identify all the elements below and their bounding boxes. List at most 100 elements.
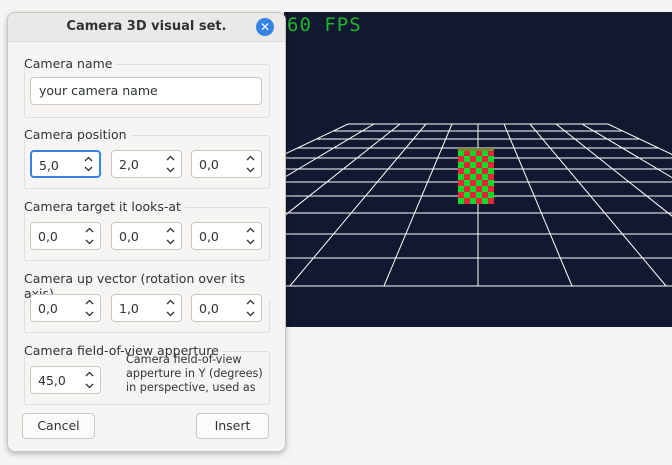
- spinbox-value: 0,0: [119, 229, 139, 244]
- up-y-spinbox[interactable]: 1,0: [111, 294, 182, 322]
- cube-cell: [476, 186, 482, 192]
- cube-cell: [482, 180, 488, 186]
- chevron-up-icon[interactable]: [245, 153, 256, 164]
- cube-cell: [488, 174, 494, 180]
- camera-name-label: Camera name: [24, 56, 117, 71]
- cube-cell: [476, 192, 482, 198]
- chevron-down-icon[interactable]: [165, 308, 176, 319]
- cube-cell: [458, 198, 464, 204]
- 3d-scene: [284, 123, 672, 287]
- chevron-up-icon[interactable]: [245, 297, 256, 308]
- close-icon[interactable]: ✕: [256, 18, 274, 36]
- chevron-up-icon[interactable]: [165, 225, 176, 236]
- cube-cell: [470, 186, 476, 192]
- camera-settings-dialog: Camera 3D visual set. ✕ Camera name your…: [7, 12, 286, 452]
- cube-cell: [458, 192, 464, 198]
- cube-top-face: [458, 148, 494, 151]
- cube-cell: [470, 156, 476, 162]
- dialog-titlebar: Camera 3D visual set. ✕: [8, 13, 285, 42]
- cube-cell: [476, 168, 482, 174]
- position-x-spinbox[interactable]: 5,0: [30, 150, 101, 178]
- camera-target-label: Camera target it looks-at: [24, 199, 185, 214]
- cube-cell: [482, 168, 488, 174]
- cube-cell: [476, 180, 482, 186]
- cube-cell: [488, 156, 494, 162]
- cube-cell: [482, 174, 488, 180]
- chevron-up-icon[interactable]: [84, 225, 95, 236]
- spinbox-value: 45,0: [38, 373, 66, 388]
- cube-cell: [470, 174, 476, 180]
- fov-spinbox[interactable]: 45,0: [30, 366, 101, 394]
- target-x-spinbox[interactable]: 0,0: [30, 222, 101, 250]
- dialog-title: Camera 3D visual set.: [66, 19, 227, 34]
- cube-cell: [464, 162, 470, 168]
- chevron-up-icon[interactable]: [84, 297, 95, 308]
- position-z-spinbox[interactable]: 0,0: [191, 150, 262, 178]
- camera-name-group: Camera name your camera name: [24, 56, 270, 118]
- cube-cell: [464, 192, 470, 198]
- spinbox-value: 0,0: [199, 301, 219, 316]
- cube-cell: [476, 198, 482, 204]
- cube-cell: [488, 180, 494, 186]
- cube-cell: [458, 156, 464, 162]
- cube-cell: [464, 180, 470, 186]
- chevron-up-icon[interactable]: [84, 369, 95, 380]
- spinbox-value: 0,0: [38, 229, 58, 244]
- spinbox-value: 0,0: [38, 301, 58, 316]
- 3d-viewport[interactable]: 60 FPS: [284, 12, 672, 327]
- chevron-down-icon[interactable]: [165, 236, 176, 247]
- camera-name-input[interactable]: your camera name: [30, 77, 262, 105]
- cube-cell: [470, 180, 476, 186]
- position-y-spinbox[interactable]: 2,0: [111, 150, 182, 178]
- cube-cell: [476, 156, 482, 162]
- camera-up-vector-group: Camera up vector (rotation over its axis…: [24, 271, 270, 333]
- cube-cell: [464, 186, 470, 192]
- chevron-down-icon[interactable]: [84, 236, 95, 247]
- camera-position-group: Camera position 5,0 2,0 0,0: [24, 127, 270, 189]
- cube-cell: [482, 156, 488, 162]
- cube-cell: [458, 162, 464, 168]
- cube-cell: [458, 186, 464, 192]
- chevron-down-icon[interactable]: [84, 308, 95, 319]
- cube-cell: [488, 162, 494, 168]
- cube-cell: [482, 162, 488, 168]
- checkered-cube: [458, 148, 494, 204]
- up-x-spinbox[interactable]: 0,0: [30, 294, 101, 322]
- cube-cell: [482, 198, 488, 204]
- camera-target-group: Camera target it looks-at 0,0 0,0 0,0: [24, 199, 270, 261]
- cube-cell: [476, 162, 482, 168]
- chevron-down-icon[interactable]: [245, 164, 256, 175]
- chevron-down-icon[interactable]: [83, 163, 94, 174]
- cube-cell: [470, 168, 476, 174]
- cube-cell: [464, 198, 470, 204]
- cube-cell: [482, 192, 488, 198]
- cube-cell: [464, 168, 470, 174]
- cube-cell: [464, 174, 470, 180]
- cube-cell: [458, 168, 464, 174]
- cube-cell: [488, 192, 494, 198]
- camera-fov-group: Camera field-of-view apperture 45,0 Came…: [24, 343, 270, 405]
- cube-cell: [464, 156, 470, 162]
- chevron-up-icon[interactable]: [165, 297, 176, 308]
- chevron-down-icon[interactable]: [245, 236, 256, 247]
- target-y-spinbox[interactable]: 0,0: [111, 222, 182, 250]
- up-z-spinbox[interactable]: 0,0: [191, 294, 262, 322]
- cube-cell: [458, 180, 464, 186]
- cancel-button[interactable]: Cancel: [22, 413, 95, 439]
- insert-button[interactable]: Insert: [196, 413, 269, 439]
- cube-cell: [488, 168, 494, 174]
- spinbox-value: 1,0: [119, 301, 139, 316]
- chevron-up-icon[interactable]: [245, 225, 256, 236]
- fps-counter: 60 FPS: [287, 14, 362, 36]
- chevron-down-icon[interactable]: [165, 164, 176, 175]
- cube-cell: [470, 198, 476, 204]
- cube-cell: [488, 198, 494, 204]
- chevron-down-icon[interactable]: [84, 380, 95, 391]
- cube-cell: [482, 186, 488, 192]
- chevron-down-icon[interactable]: [245, 308, 256, 319]
- cube-cell: [476, 174, 482, 180]
- chevron-up-icon[interactable]: [165, 153, 176, 164]
- spinbox-value: 5,0: [39, 158, 59, 173]
- cube-cell: [470, 192, 476, 198]
- target-z-spinbox[interactable]: 0,0: [191, 222, 262, 250]
